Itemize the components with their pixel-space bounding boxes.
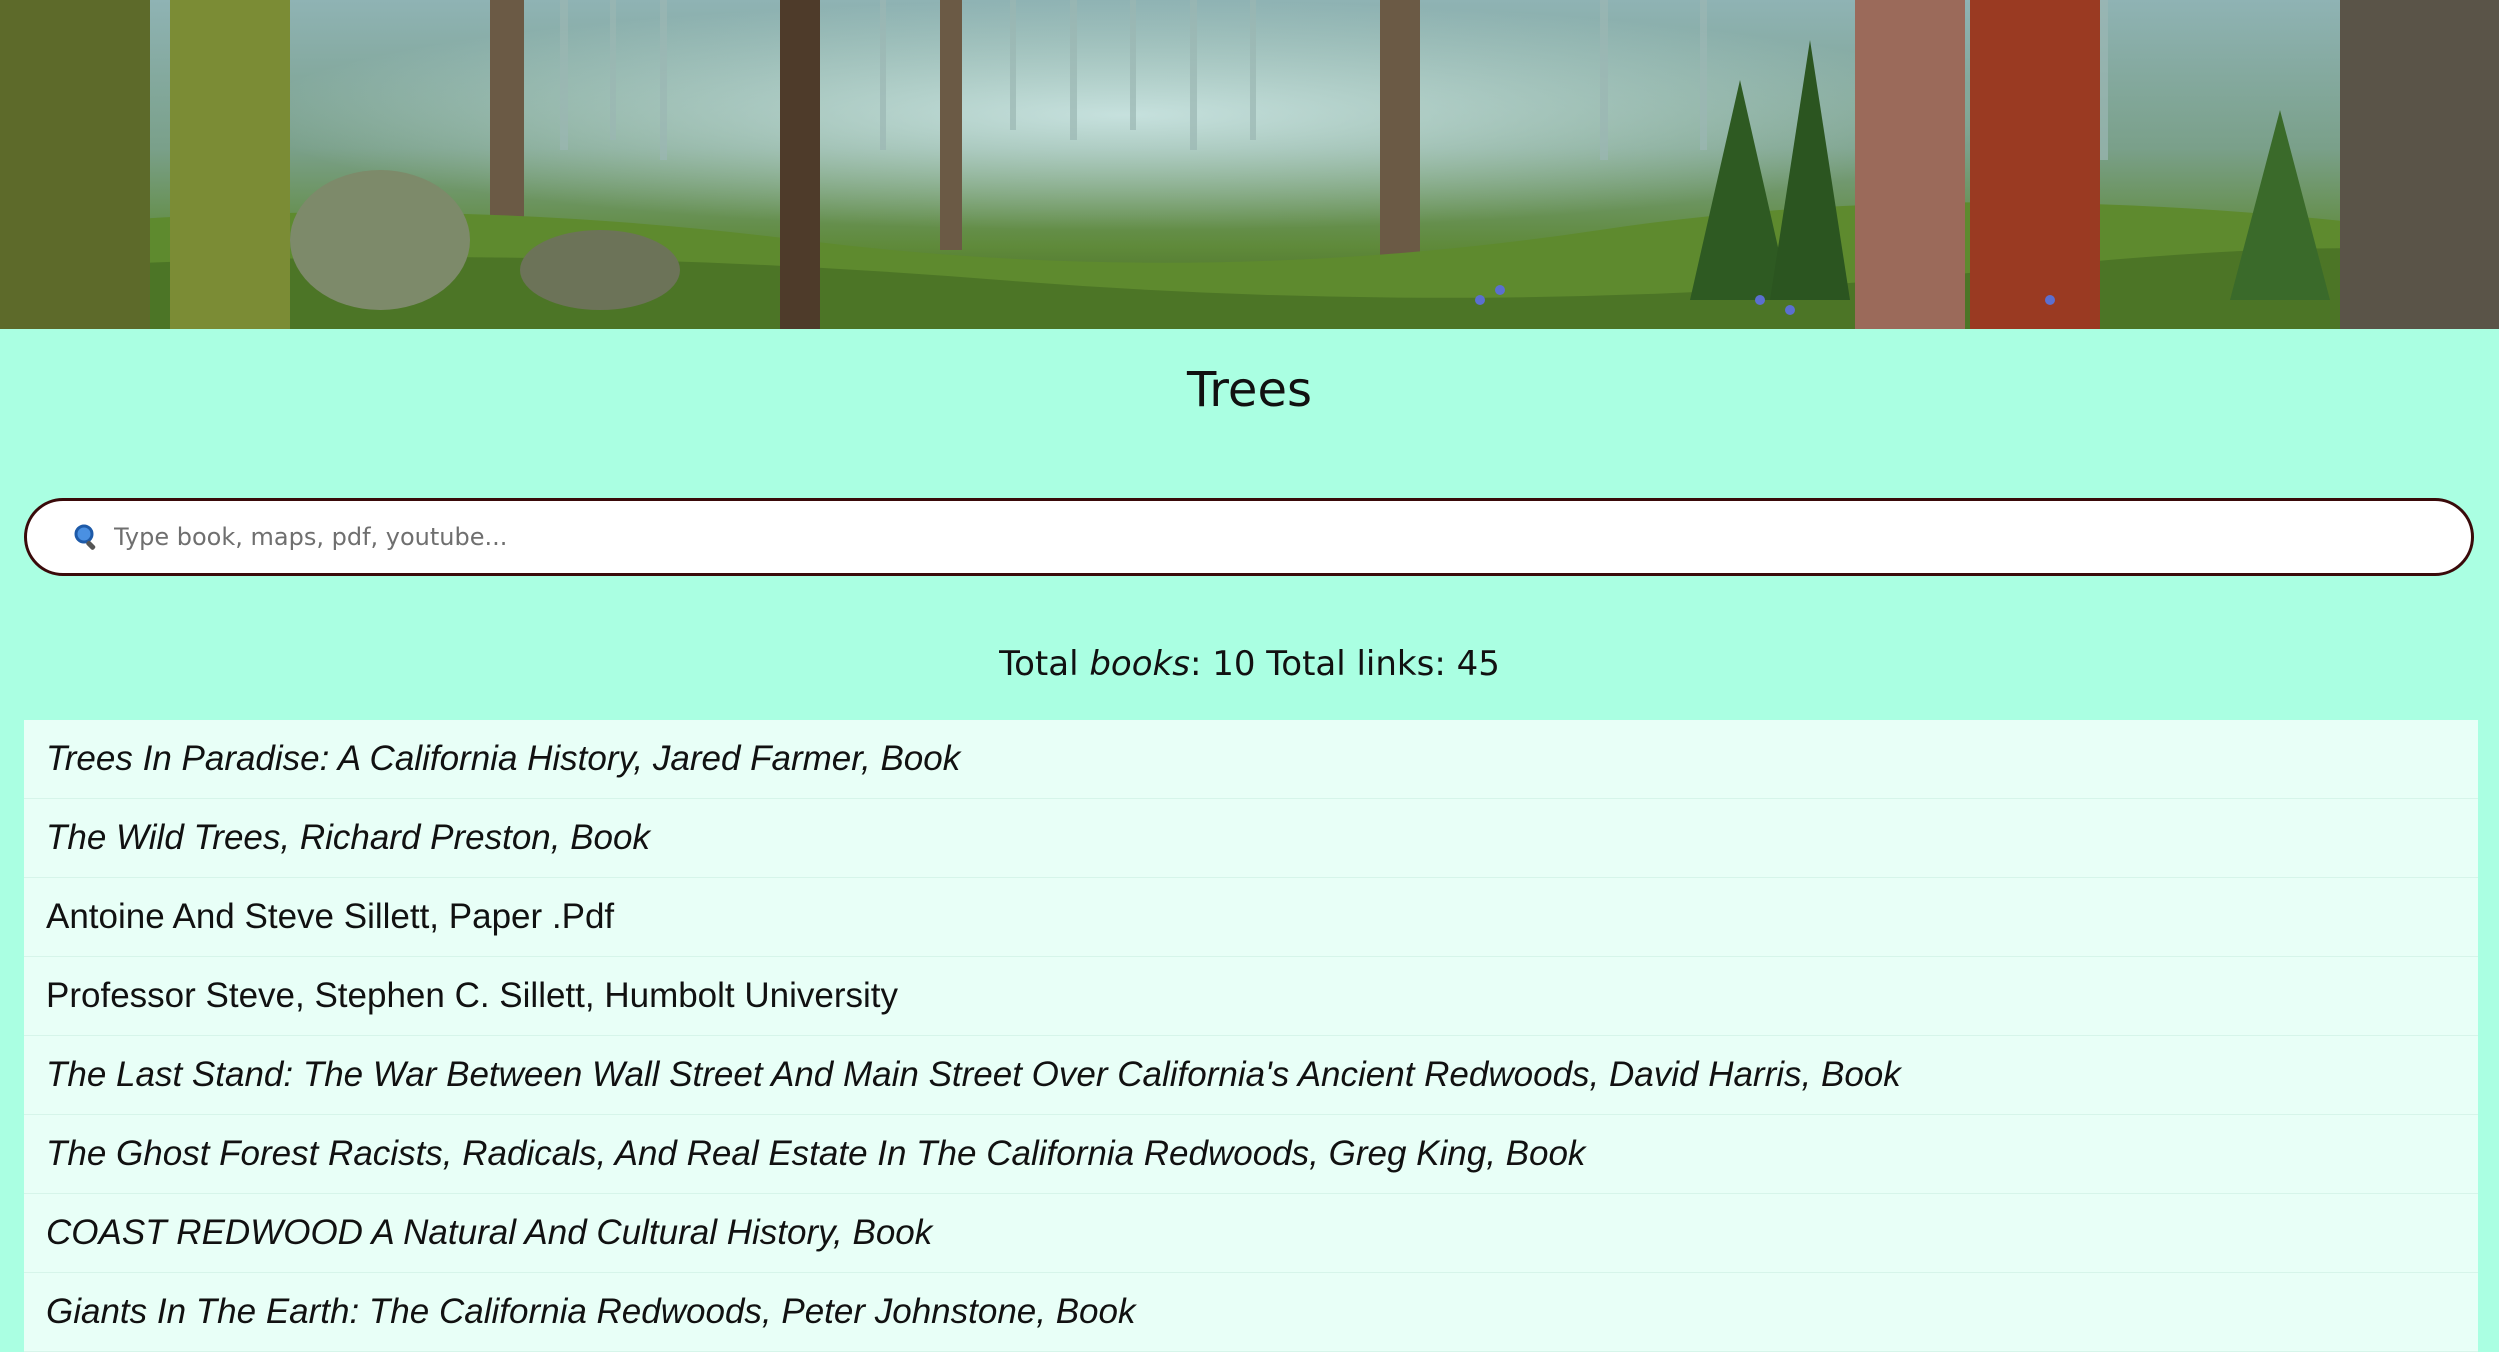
page-title: Trees [1186, 362, 1312, 418]
search-bar[interactable] [24, 498, 2474, 576]
totals-summary: Total books: 10 Total links: 45 [0, 644, 2499, 684]
magnifier-icon [72, 522, 102, 552]
hero-banner-image [0, 0, 2499, 329]
forest-illustration [0, 0, 2499, 329]
list-item[interactable]: Antoine And Steve Sillett, Paper .Pdf [24, 878, 2478, 957]
list-item[interactable]: Professor Steve, Stephen C. Sillett, Hum… [24, 957, 2478, 1036]
totals-books-suffix: : 10 Total links: 45 [1189, 644, 1500, 684]
totals-books-prefix: Total [999, 644, 1090, 684]
search-input[interactable] [112, 511, 2416, 563]
list-item[interactable]: The Ghost Forest Racists, Radicals, And … [24, 1115, 2478, 1194]
list-item[interactable]: Giants In The Earth: The California Redw… [24, 1273, 2478, 1352]
list-item[interactable]: Trees In Paradise: A California History,… [24, 720, 2478, 799]
list-item[interactable]: The Wild Trees, Richard Preston, Book [24, 799, 2478, 878]
results-list: Trees In Paradise: A California History,… [24, 720, 2478, 1352]
list-item[interactable]: The Last Stand: The War Between Wall Str… [24, 1036, 2478, 1115]
totals-books-word: books [1089, 644, 1190, 684]
list-item[interactable]: COAST REDWOOD A Natural And Cultural His… [24, 1194, 2478, 1273]
